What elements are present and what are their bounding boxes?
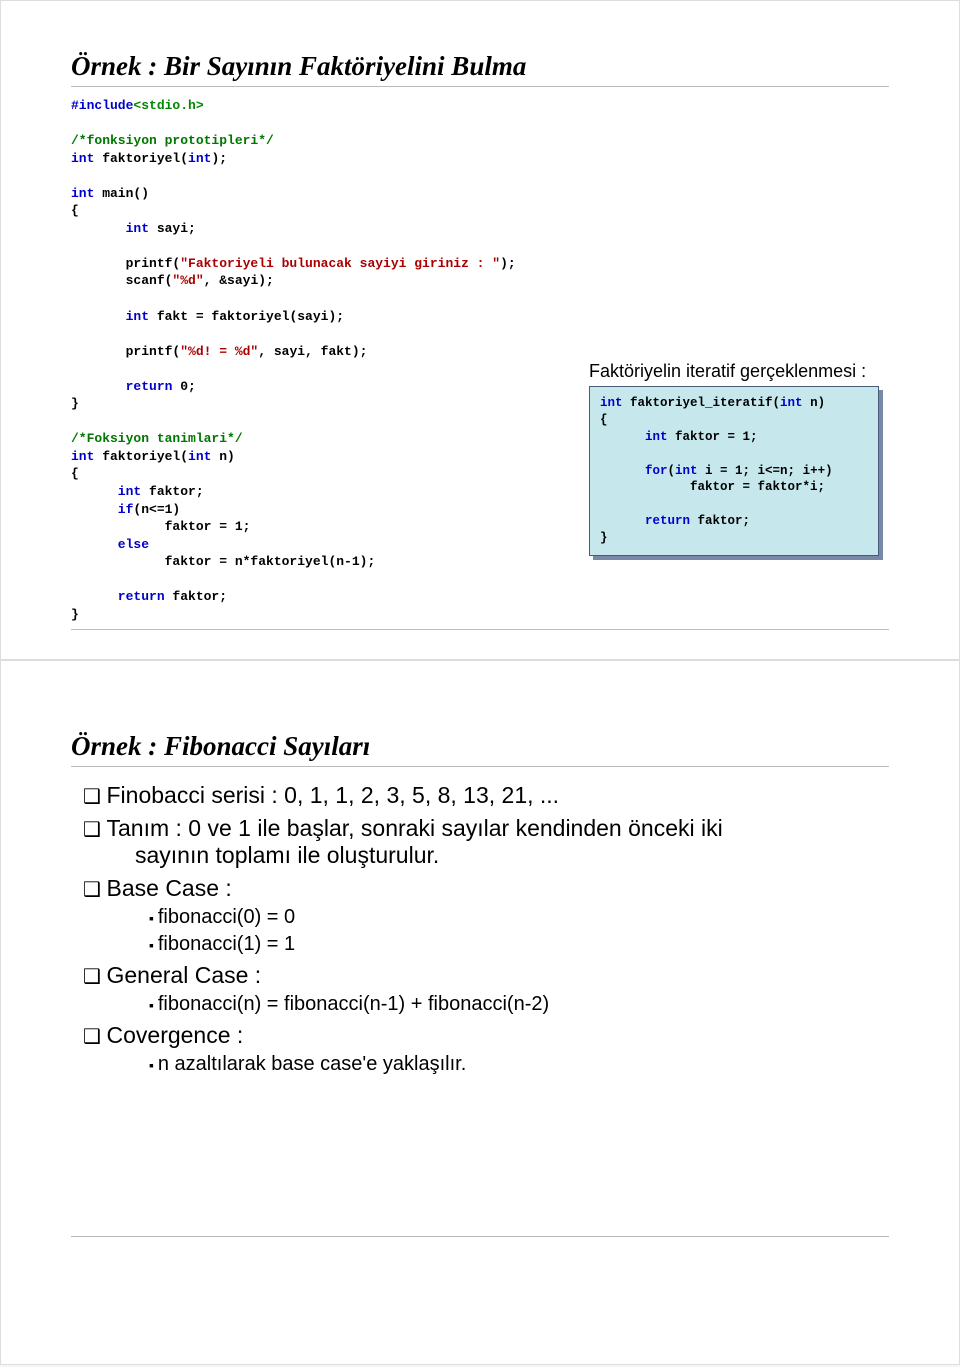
kw-else: else: [71, 537, 149, 552]
kw-if: if: [71, 502, 133, 517]
bullet-text: Finobacci serisi : 0, 1, 1, 2, 3, 5, 8, …: [107, 782, 560, 808]
bullet-item: Finobacci serisi : 0, 1, 1, 2, 3, 5, 8, …: [83, 782, 889, 809]
code-text: n): [803, 396, 826, 410]
bullet-text: Base Case :: [107, 875, 232, 901]
code-text: faktoriyel_iteratif(: [623, 396, 781, 410]
kw-int: int: [780, 396, 803, 410]
divider: [71, 86, 889, 87]
sub-item: fibonacci(0) = 0: [149, 906, 889, 929]
code-text: 0;: [172, 379, 195, 394]
code-text: faktor = n*faktoriyel(n-1);: [71, 554, 375, 569]
kw-int: int: [188, 449, 211, 464]
slide-faktoriyel: Örnek : Bir Sayının Faktöriyelini Bulma …: [0, 0, 960, 660]
code-text: {: [600, 413, 608, 427]
sub-text: fibonacci(n) = fibonacci(n-1) + fibonacc…: [158, 993, 549, 1015]
code-text: faktor = faktor*i;: [600, 480, 825, 494]
string-lit: "%d": [172, 273, 203, 288]
code-text: faktoriyel(: [94, 449, 188, 464]
bullet-text: General Case :: [107, 962, 262, 988]
kw-int: int: [71, 151, 94, 166]
kw-include: #include: [71, 98, 133, 113]
code-text: }: [600, 531, 608, 545]
lib-stdio: <stdio.h>: [133, 98, 203, 113]
kw-return: return: [600, 514, 690, 528]
code-text: n): [211, 449, 234, 464]
sub-list: fibonacci(n) = fibonacci(n-1) + fibonacc…: [149, 993, 889, 1016]
bullet-item: Covergence : n azaltılarak base case'e y…: [83, 1022, 889, 1076]
code-box-iterative: int faktoriyel_iteratif(int n) { int fak…: [589, 386, 879, 556]
divider: [71, 1236, 889, 1237]
code-text: i = 1; i<=n; i++): [698, 464, 833, 478]
kw-int: int: [71, 449, 94, 464]
code-text: sayi;: [149, 221, 196, 236]
code-text: fakt = faktoriyel(sayi);: [149, 309, 344, 324]
divider: [71, 766, 889, 767]
code-text: , sayi, fakt);: [258, 344, 367, 359]
kw-return: return: [71, 379, 172, 394]
kw-int: int: [71, 186, 94, 201]
bullet-text: Covergence :: [107, 1022, 244, 1048]
code-text: (n<=1): [133, 502, 180, 517]
divider: [71, 629, 889, 630]
slide1-title: Örnek : Bir Sayının Faktöriyelini Bulma: [71, 51, 889, 82]
kw-int: int: [71, 484, 141, 499]
bullet-item: Tanım : 0 ve 1 ile başlar, sonraki sayıl…: [83, 815, 889, 869]
code-text: }: [71, 607, 79, 622]
code-text: {: [71, 203, 79, 218]
kw-int: int: [600, 430, 668, 444]
code-text: faktor = 1;: [71, 519, 250, 534]
bullet-text: Tanım : 0 ve 1 ile başlar, sonraki sayıl…: [107, 815, 723, 841]
code-text: printf(: [71, 344, 180, 359]
code-text: faktoriyel(: [94, 151, 188, 166]
document-page: Örnek : Bir Sayının Faktöriyelini Bulma …: [0, 0, 960, 1365]
code-text: main(): [94, 186, 149, 201]
code-text: );: [500, 256, 516, 271]
code-text: printf(: [71, 256, 180, 271]
sub-list: n azaltılarak base case'e yaklaşılır.: [149, 1053, 889, 1076]
code-text: , &sayi);: [204, 273, 274, 288]
code-text: (: [668, 464, 676, 478]
kw-int: int: [71, 221, 149, 236]
code-text: faktor;: [690, 514, 750, 528]
code-text: {: [71, 466, 79, 481]
sub-text: fibonacci(1) = 1: [158, 933, 295, 955]
sub-item: fibonacci(n) = fibonacci(n-1) + fibonacc…: [149, 993, 889, 1016]
string-lit: "Faktoriyeli bulunacak sayiyi giriniz : …: [180, 256, 500, 271]
sub-item: n azaltılarak base case'e yaklaşılır.: [149, 1053, 889, 1076]
side-title: Faktöriyelin iteratif gerçeklenmesi :: [589, 361, 879, 382]
sub-text: n azaltılarak base case'e yaklaşılır.: [158, 1053, 466, 1075]
sub-item: fibonacci(1) = 1: [149, 933, 889, 956]
kw-int: int: [675, 464, 698, 478]
kw-int: int: [188, 151, 211, 166]
bullet-item: General Case : fibonacci(n) = fibonacci(…: [83, 962, 889, 1016]
side-panel-iterative: Faktöriyelin iteratif gerçeklenmesi : in…: [589, 361, 879, 556]
code-text: scanf(: [71, 273, 172, 288]
code-text: );: [211, 151, 227, 166]
code-text: }: [71, 396, 79, 411]
comment-def: /*Foksiyon tanimlari*/: [71, 431, 243, 446]
code-text: faktor;: [165, 589, 227, 604]
code-iterative: int faktoriyel_iteratif(int n) { int fak…: [600, 395, 868, 547]
sub-text: fibonacci(0) = 0: [158, 906, 295, 928]
slide-fibonacci: Örnek : Fibonacci Sayıları Finobacci ser…: [0, 660, 960, 1365]
kw-return: return: [71, 589, 165, 604]
bullet-list: Finobacci serisi : 0, 1, 1, 2, 3, 5, 8, …: [83, 782, 889, 1076]
kw-int: int: [600, 396, 623, 410]
bullet-item: Base Case : fibonacci(0) = 0 fibonacci(1…: [83, 875, 889, 956]
kw-int: int: [71, 309, 149, 324]
code-text: faktor;: [141, 484, 203, 499]
string-lit: "%d! = %d": [180, 344, 258, 359]
kw-for: for: [600, 464, 668, 478]
comment-proto: /*fonksiyon prototipleri*/: [71, 133, 274, 148]
bullet-text-cont: sayının toplamı ile oluşturulur.: [109, 842, 889, 869]
code-text: faktor = 1;: [668, 430, 758, 444]
slide2-title: Örnek : Fibonacci Sayıları: [71, 731, 889, 762]
sub-list: fibonacci(0) = 0 fibonacci(1) = 1: [149, 906, 889, 956]
